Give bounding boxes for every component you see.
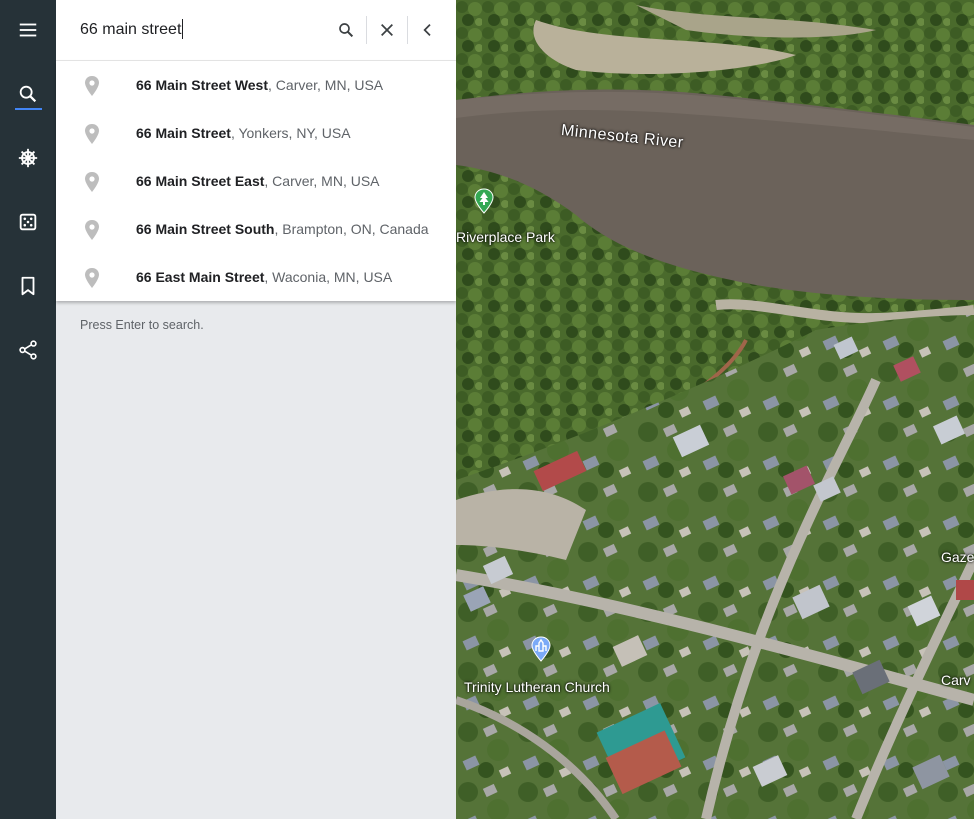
voyager-button[interactable] bbox=[0, 130, 56, 186]
chevron-left-icon bbox=[423, 24, 431, 36]
suggestion-text: 66 East Main Street, Waconia, MN, USA bbox=[136, 269, 393, 285]
suggestion-text: 66 Main Street East, Carver, MN, USA bbox=[136, 173, 380, 189]
suggestion-item[interactable]: 66 Main Street East, Carver, MN, USA bbox=[56, 157, 456, 205]
search-input[interactable] bbox=[80, 18, 320, 42]
bookmark-icon bbox=[21, 276, 35, 296]
search-icon bbox=[19, 85, 37, 103]
collapse-panel-button[interactable] bbox=[412, 14, 444, 46]
church-label[interactable]: Trinity Lutheran Church bbox=[464, 679, 610, 695]
clear-search-button[interactable] bbox=[371, 14, 403, 46]
park-marker-icon[interactable] bbox=[473, 188, 495, 214]
menu-button[interactable] bbox=[0, 2, 56, 58]
suggestion-text: 66 Main Street West, Carver, MN, USA bbox=[136, 77, 384, 93]
share-icon bbox=[19, 340, 37, 360]
search-hint: Press Enter to search. bbox=[80, 318, 204, 332]
text-cursor bbox=[182, 19, 183, 39]
side-rail bbox=[0, 0, 56, 819]
search-icon bbox=[339, 23, 354, 38]
location-pin-icon bbox=[85, 124, 99, 144]
location-pin-icon bbox=[85, 172, 99, 192]
suggestion-item[interactable]: 66 Main Street West, Carver, MN, USA bbox=[56, 61, 456, 109]
search-rail-button[interactable] bbox=[0, 66, 56, 122]
projects-button[interactable] bbox=[0, 258, 56, 314]
divider bbox=[407, 16, 408, 44]
search-submit-button[interactable] bbox=[330, 14, 362, 46]
church-marker-icon[interactable] bbox=[530, 636, 552, 662]
location-pin-icon bbox=[85, 268, 99, 288]
location-pin-icon bbox=[85, 76, 99, 96]
satellite-imagery bbox=[456, 0, 974, 819]
active-tab-indicator bbox=[15, 108, 42, 110]
partial-place-label: Gaze bbox=[941, 549, 974, 565]
location-pin-icon bbox=[85, 220, 99, 240]
suggestion-item[interactable]: 66 East Main Street, Waconia, MN, USA bbox=[56, 253, 456, 301]
park-label[interactable]: Riverplace Park bbox=[456, 229, 555, 245]
suggestion-item[interactable]: 66 Main Street, Yonkers, NY, USA bbox=[56, 109, 456, 157]
suggestion-text: 66 Main Street, Yonkers, NY, USA bbox=[136, 125, 351, 141]
close-icon bbox=[381, 24, 393, 36]
partial-place-label: Carv bbox=[941, 672, 971, 688]
hamburger-menu-icon bbox=[19, 23, 37, 37]
feeling-lucky-button[interactable] bbox=[0, 194, 56, 250]
divider bbox=[366, 16, 367, 44]
suggestion-list: 66 Main Street West, Carver, MN, USA 66 … bbox=[56, 61, 456, 301]
search-panel: 66 Main Street West, Carver, MN, USA 66 … bbox=[56, 0, 456, 819]
dice-icon bbox=[19, 213, 37, 231]
suggestion-text: 66 Main Street South, Brampton, ON, Cana… bbox=[136, 221, 429, 237]
suggestion-item[interactable]: 66 Main Street South, Brampton, ON, Cana… bbox=[56, 205, 456, 253]
ship-wheel-icon bbox=[18, 148, 38, 168]
share-button[interactable] bbox=[0, 322, 56, 378]
search-bar bbox=[56, 0, 456, 61]
map-view[interactable]: Minnesota River Riverplace Park Trinity … bbox=[456, 0, 974, 819]
